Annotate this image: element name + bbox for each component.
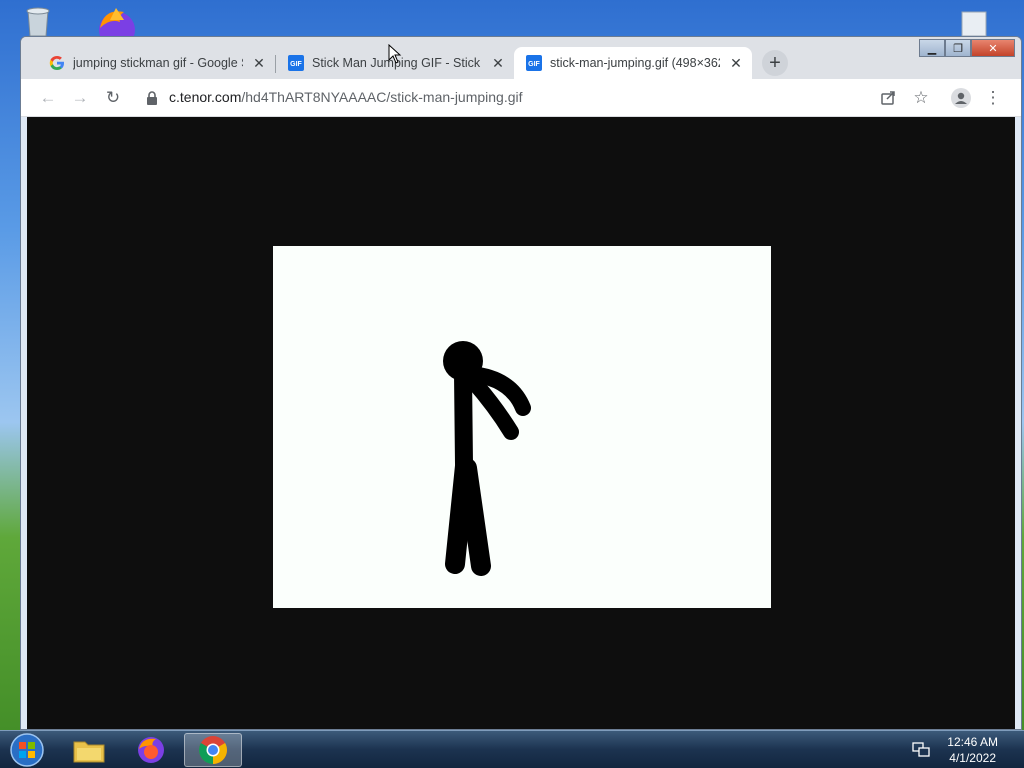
network-tray-icon[interactable]: [906, 733, 936, 767]
image-viewer: [27, 117, 1015, 729]
tab-google-search[interactable]: jumping stickman gif - Google S ✕: [37, 47, 275, 79]
tab-title: jumping stickman gif - Google S: [73, 56, 243, 70]
browser-window: jumping stickman gif - Google S ✕ GIF St…: [20, 36, 1022, 730]
start-button[interactable]: [0, 733, 54, 767]
reload-icon[interactable]: ↻: [102, 87, 124, 109]
tab-title: stick-man-jumping.gif (498×362): [550, 56, 720, 70]
desktop-file-icon[interactable]: [956, 10, 992, 37]
gif-icon: GIF: [288, 55, 304, 71]
svg-text:GIF: GIF: [290, 61, 302, 68]
stickman-gif-image: [273, 246, 771, 608]
firefox-taskbar-icon[interactable]: [124, 733, 178, 767]
forward-arrow-icon[interactable]: →: [69, 87, 91, 109]
file-explorer-taskbar-icon[interactable]: [62, 733, 116, 767]
address-bar[interactable]: c.tenor.com/hd4ThART8NYAAAAC/stick-man-j…: [169, 89, 523, 105]
google-g-icon: [49, 55, 65, 71]
new-tab-button[interactable]: +: [762, 50, 788, 76]
back-arrow-icon[interactable]: ←: [37, 87, 59, 109]
close-tab-icon[interactable]: ✕: [728, 55, 744, 71]
gif-icon: GIF: [526, 55, 542, 71]
tab-gif-image[interactable]: GIF stick-man-jumping.gif (498×362) ✕: [514, 47, 752, 79]
minimize-button[interactable]: ▁: [919, 39, 945, 57]
taskbar: 12:46 AM 4/1/2022: [0, 730, 1024, 768]
svg-text:GIF: GIF: [528, 61, 540, 68]
clock-date: 4/1/2022: [949, 751, 996, 765]
profile-avatar-icon[interactable]: [950, 87, 972, 109]
firefox-desktop-icon[interactable]: [94, 6, 140, 48]
plus-icon: +: [769, 51, 781, 74]
close-tab-icon[interactable]: ✕: [251, 55, 267, 71]
restore-button[interactable]: ❐: [945, 39, 971, 57]
chrome-taskbar-icon[interactable]: [184, 733, 242, 767]
lock-icon: [141, 87, 163, 109]
close-tab-icon[interactable]: ✕: [490, 55, 506, 71]
tab-strip: jumping stickman gif - Google S ✕ GIF St…: [21, 37, 1021, 79]
recycle-bin-icon[interactable]: [20, 6, 56, 37]
menu-kebab-icon[interactable]: ⋮: [982, 87, 1004, 109]
close-window-button[interactable]: ✕: [971, 39, 1015, 57]
bookmark-star-icon[interactable]: ☆: [910, 87, 932, 109]
browser-toolbar: ← → ↻ c.tenor.com/hd4ThART8NYAAAAC/stick…: [21, 79, 1021, 117]
mouse-cursor-icon: [388, 44, 402, 64]
url-host: c.tenor.com: [169, 89, 242, 105]
share-icon[interactable]: [877, 87, 899, 109]
stickman-figure: [443, 341, 531, 576]
clock-time: 12:46 AM: [947, 735, 998, 749]
url-path: /hd4ThART8NYAAAAC/stick-man-jumping.gif: [241, 89, 523, 105]
system-clock[interactable]: 12:46 AM 4/1/2022: [947, 734, 998, 766]
